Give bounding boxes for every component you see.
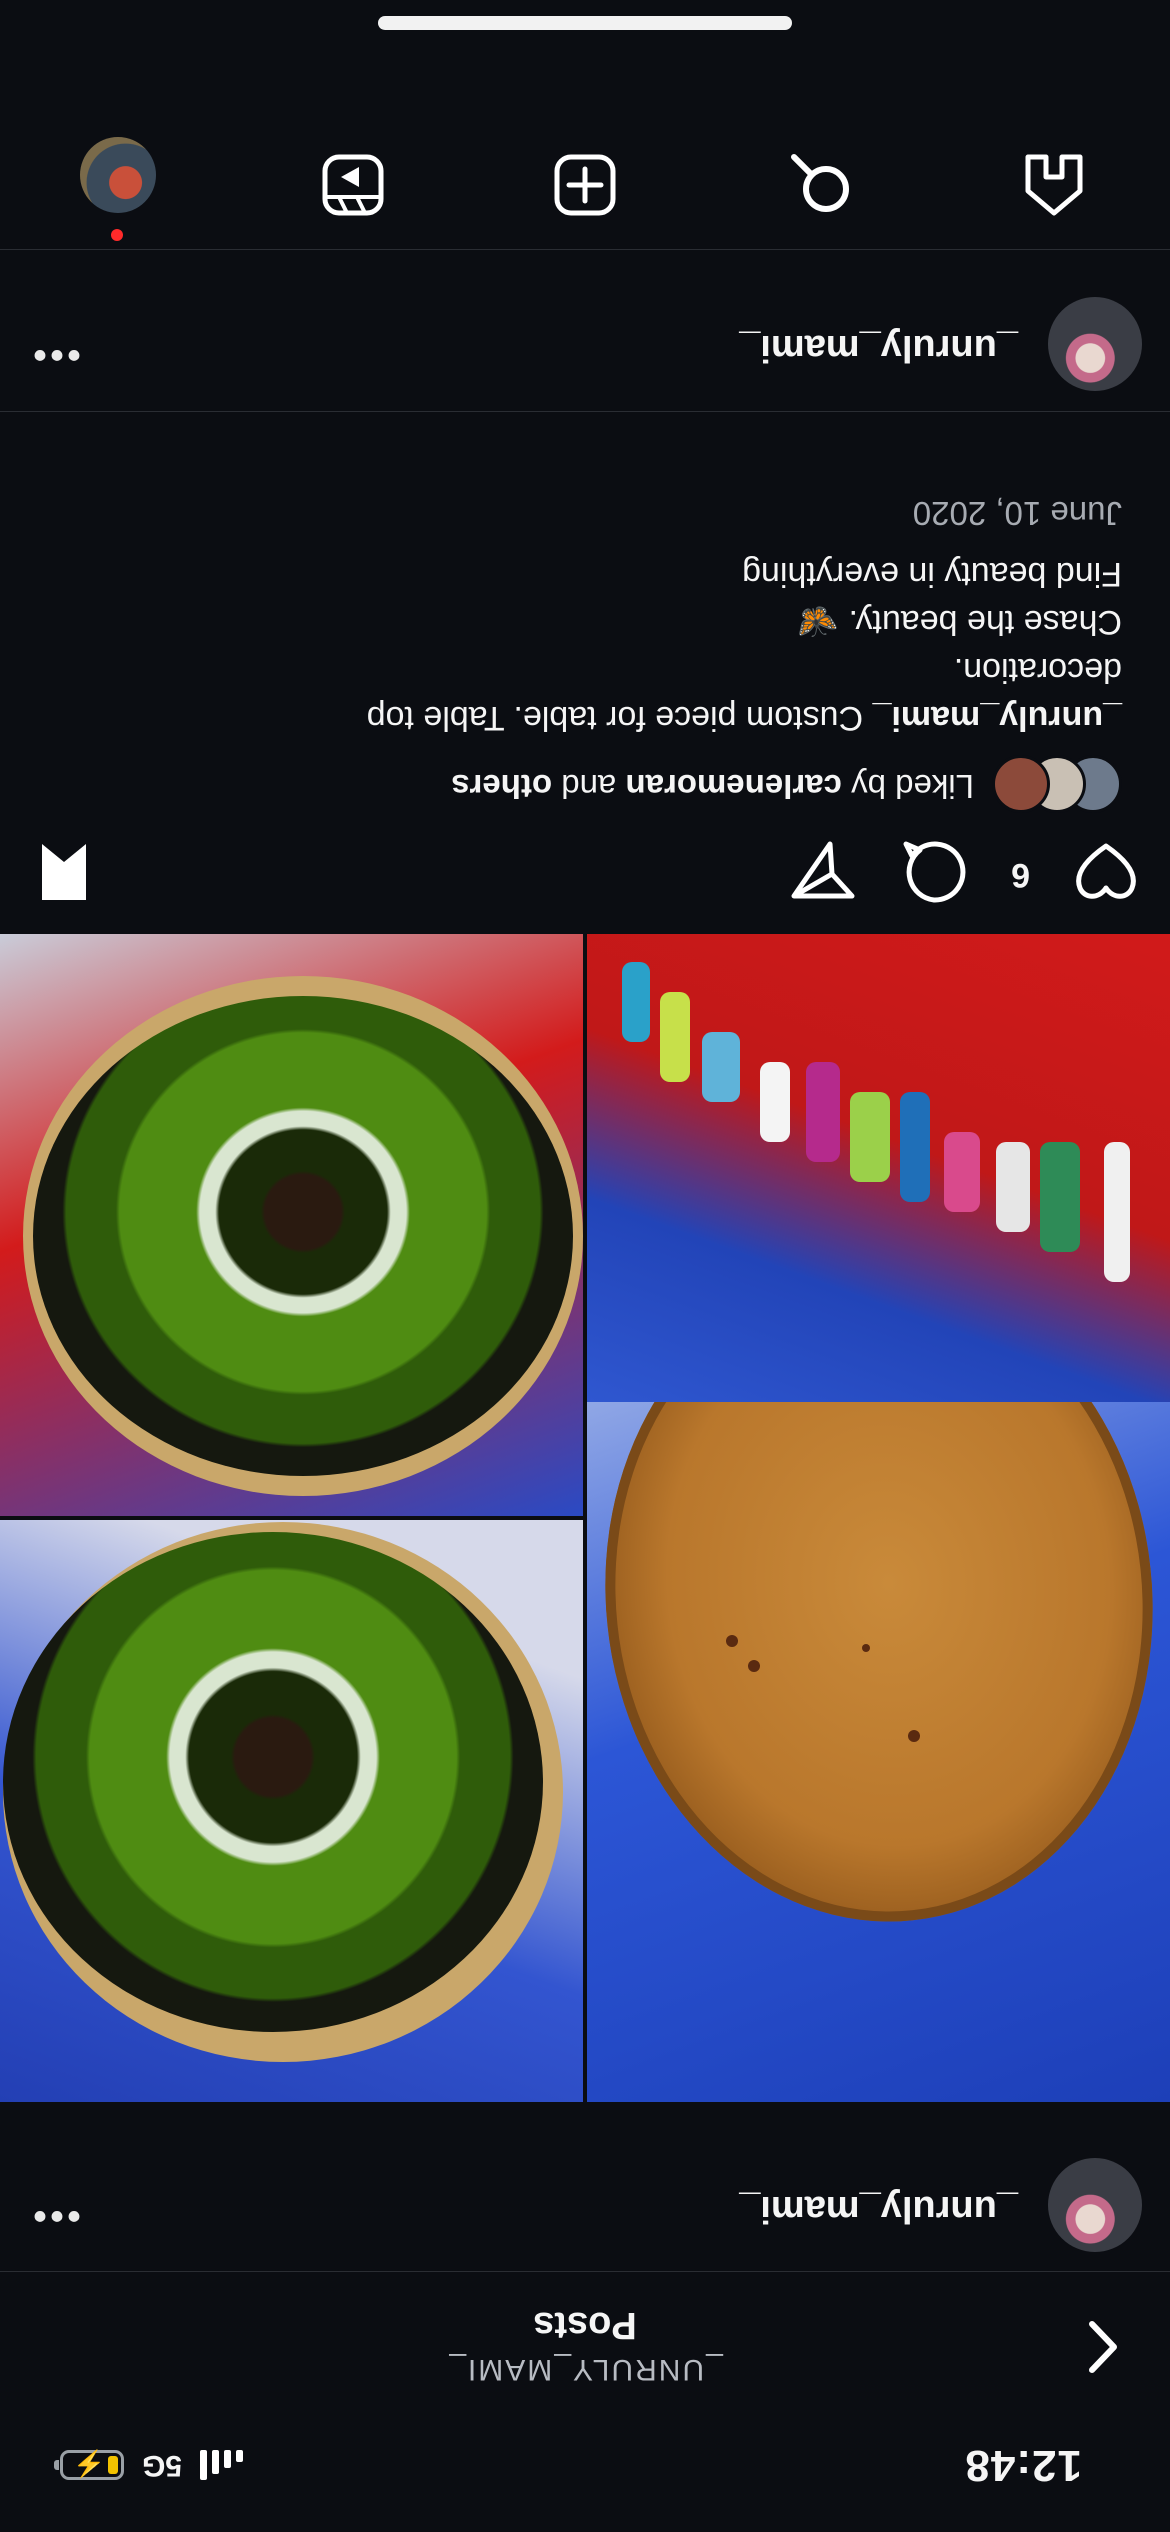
- signal-icon: [200, 2450, 244, 2480]
- photo-resin-bowl-1: [0, 1520, 583, 2102]
- status-bar: 12:48 5G ⚡: [0, 2412, 1170, 2532]
- posts-header: _UNRULY_MAMI_ Posts: [0, 2271, 1170, 2412]
- post-caption: _unruly_mami_ Custom piece for table. Ta…: [366, 555, 1122, 737]
- search-icon[interactable]: [786, 149, 858, 221]
- status-time: 12:48: [964, 2441, 1082, 2490]
- avatar[interactable]: [1048, 2158, 1142, 2252]
- avatar[interactable]: [1048, 297, 1142, 391]
- heart-icon[interactable]: [1070, 836, 1142, 908]
- bottom-tab-bar: [0, 89, 1170, 250]
- caption-username[interactable]: _unruly_mami_: [873, 699, 1122, 737]
- paint-supplies: [587, 934, 1170, 1402]
- liked-by-row[interactable]: Liked by carlenemoran and others: [0, 755, 1170, 817]
- post-actions: 6: [0, 824, 1170, 934]
- home-indicator[interactable]: [378, 16, 792, 30]
- screen: 12:48 5G ⚡ _UNRULY_MAMI_ Posts _unruly_m…: [0, 0, 1170, 2532]
- post-date: June 10, 2020: [912, 495, 1122, 532]
- post-header: _unruly_mami_ •••: [0, 281, 1170, 412]
- bookmark-icon[interactable]: [28, 836, 100, 908]
- butterfly-emoji: 🦋: [796, 603, 840, 641]
- network-label: 5G: [142, 2449, 183, 2482]
- home-icon[interactable]: [1018, 149, 1090, 221]
- battery-icon: ⚡: [60, 2449, 124, 2480]
- page-title: Posts: [533, 2304, 637, 2346]
- create-post-icon[interactable]: [549, 149, 621, 221]
- like-count[interactable]: 6: [1011, 855, 1030, 894]
- more-dots-icon[interactable]: •••: [30, 332, 81, 377]
- profile-handle: _UNRULY_MAMI_: [447, 2353, 723, 2386]
- reels-icon[interactable]: [317, 149, 389, 221]
- comment-icon[interactable]: [898, 836, 970, 908]
- status-indicators: 5G ⚡: [60, 2448, 244, 2482]
- more-dots-icon[interactable]: •••: [30, 2193, 81, 2238]
- photo-wood-board: [587, 934, 1170, 2102]
- post-image-collage[interactable]: [0, 934, 1170, 2102]
- notification-dot: [111, 229, 123, 241]
- liked-by-text: Liked by carlenemoran and others: [451, 768, 974, 805]
- send-icon[interactable]: [788, 836, 860, 908]
- profile-icon[interactable]: [80, 137, 156, 213]
- post-header: _unruly_mami_ •••: [0, 2142, 1170, 2272]
- post-username[interactable]: _unruly_mami_: [739, 326, 1018, 369]
- photo-resin-bowl-2: [0, 934, 583, 1516]
- liker-avatars: [992, 755, 1122, 813]
- post-username[interactable]: _unruly_mami_: [739, 2187, 1018, 2230]
